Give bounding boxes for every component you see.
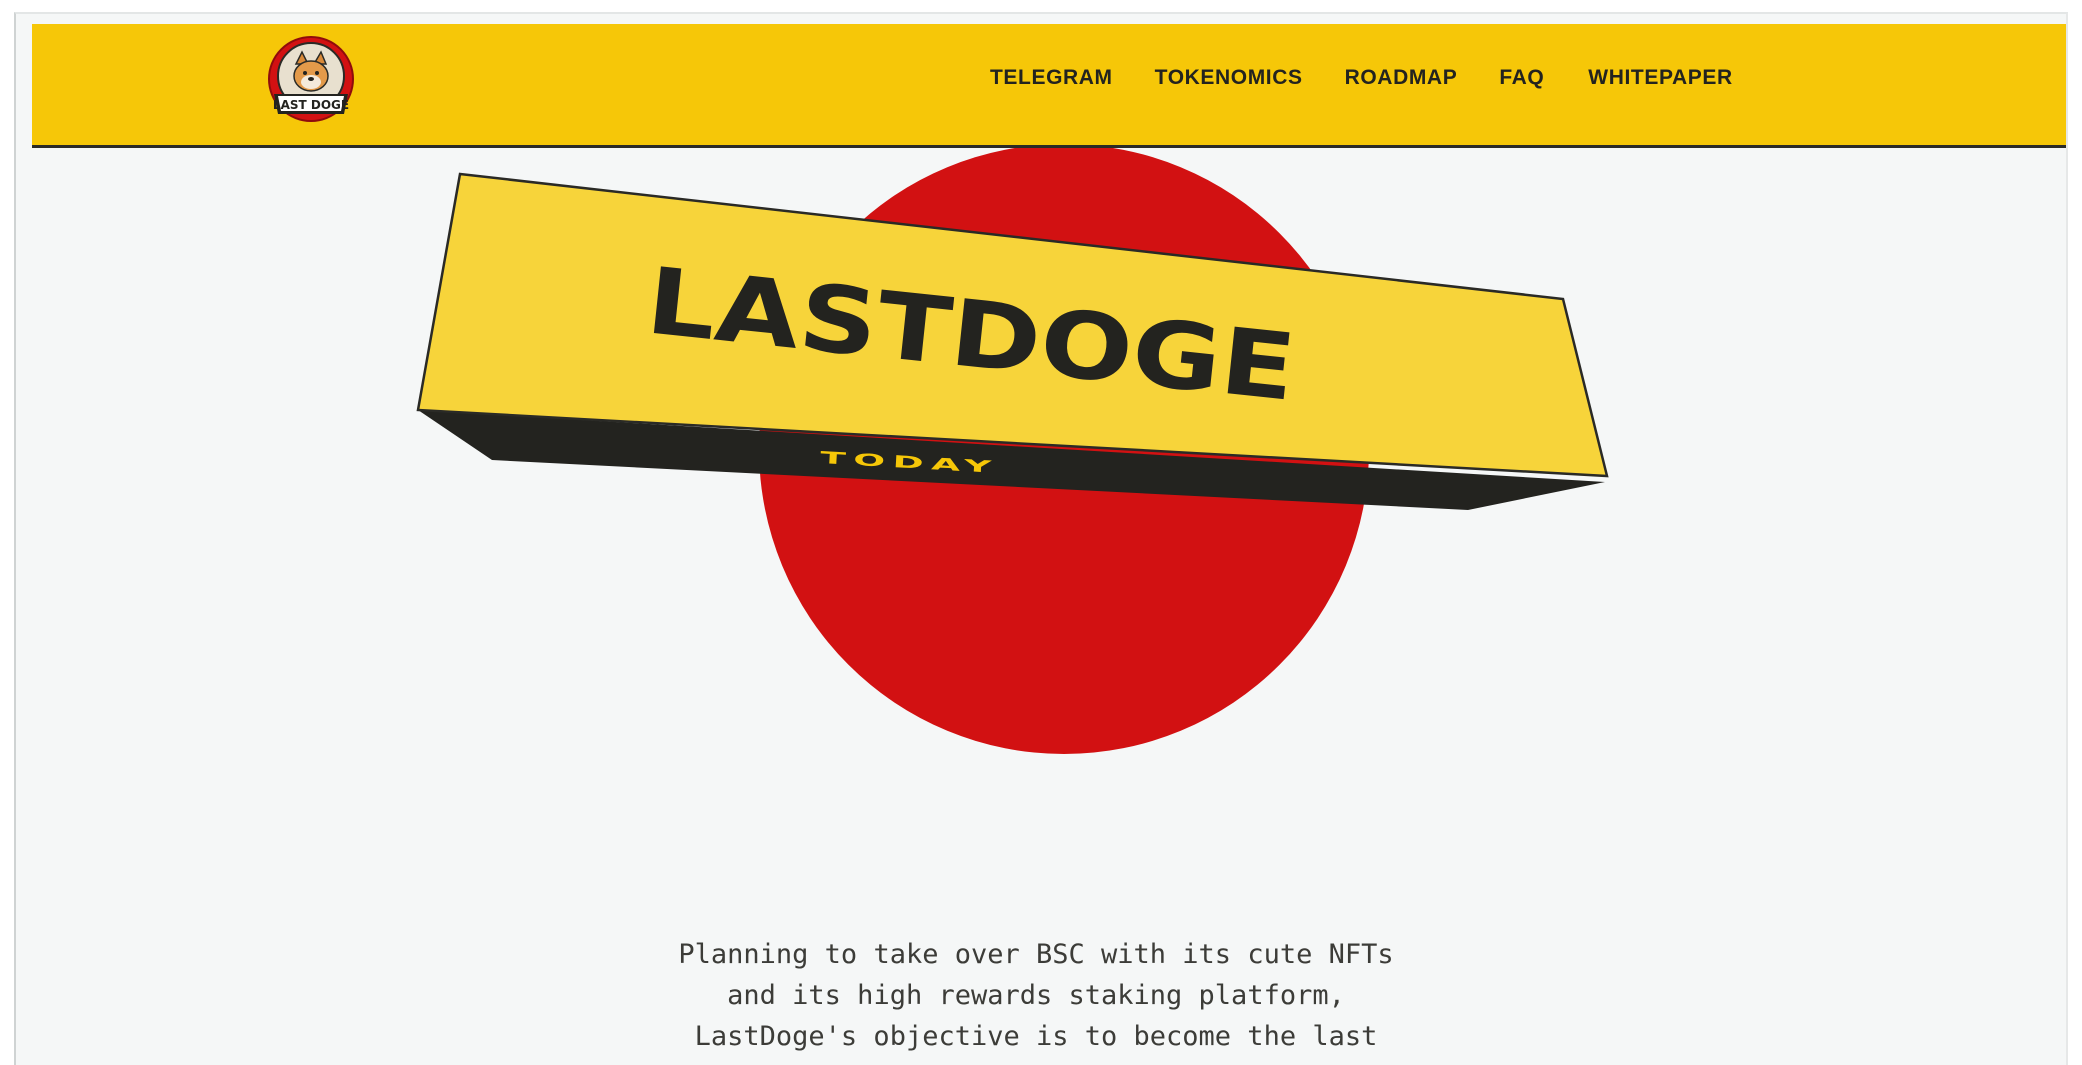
top-navbar: LAST DOGE TELEGRAM TOKENOMICS ROADMAP FA… [32,24,2066,148]
nav-link-faq[interactable]: FAQ [1499,66,1544,90]
nav-link-tokenomics[interactable]: TOKENOMICS [1155,66,1303,90]
nav-link-whitepaper[interactable]: WHITEPAPER [1588,66,1732,90]
intro-paragraph: Planning to take over BSC with its cute … [576,934,1496,1057]
nav-link-telegram[interactable]: TELEGRAM [990,66,1113,90]
nav-link-roadmap[interactable]: ROADMAP [1345,66,1458,90]
intro-line: and its high rewards staking platform, [727,980,1345,1011]
intro-line: Planning to take over BSC with its cute … [678,939,1394,970]
hero-graphic: TODAY LASTDOGE [416,144,1609,754]
browser-viewport: TODAY LASTDOGE LAST DOGE TELEGRAM TOKENO… [14,12,2068,1065]
lastdoge-logo[interactable]: LAST DOGE [264,34,358,128]
main-nav: TELEGRAM TOKENOMICS ROADMAP FAQ WHITEPAP… [990,66,1733,90]
logo-text: LAST DOGE [273,98,349,112]
intro-line: LastDoge's objective is to become the la… [694,1021,1378,1052]
hero-section: TODAY LASTDOGE [16,14,2066,1065]
